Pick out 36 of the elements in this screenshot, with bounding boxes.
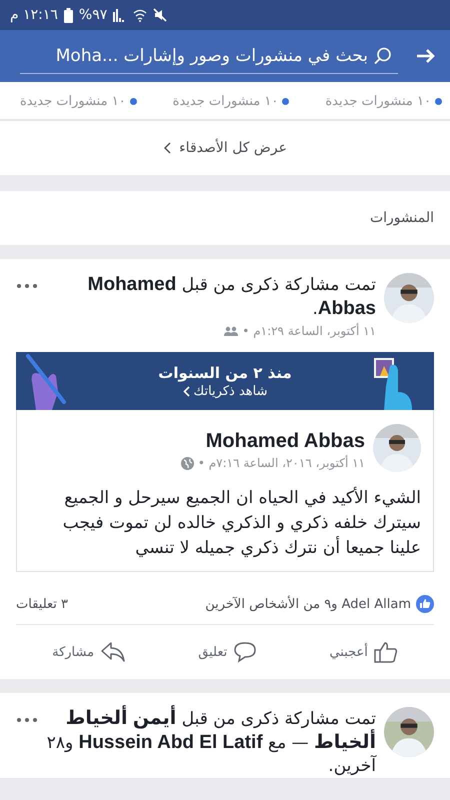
wifi-icon xyxy=(133,8,148,22)
new-posts-count[interactable]: ١٠ منشورات جديدة xyxy=(172,94,278,109)
globe-icon xyxy=(180,456,194,470)
comment-button[interactable]: تعليق xyxy=(192,635,264,669)
battery-text: %٩٧ xyxy=(78,7,108,23)
section-title: المنشورات xyxy=(370,210,434,226)
mute-icon xyxy=(153,8,168,22)
post-time[interactable]: ١١ أكتوبر، الساعة ١:٢٩م • xyxy=(242,324,376,338)
thumbs-up-icon xyxy=(374,641,398,663)
share-button[interactable]: مشاركة xyxy=(46,635,132,669)
more-icon[interactable] xyxy=(16,717,38,723)
search-icon xyxy=(374,46,392,64)
new-dot-icon xyxy=(435,98,442,105)
memories-banner[interactable]: منذ ٢ من السنوات شاهد ذكرياتك xyxy=(16,352,434,410)
share-icon xyxy=(100,641,126,663)
likes-summary[interactable]: Adel Allam و٩ من الأشخاص الآخرين xyxy=(205,596,411,612)
clock-text: ١٢:١٦ م xyxy=(10,7,58,23)
new-posts-count[interactable]: ١٠ منشورات جديدة xyxy=(325,94,431,109)
post-time[interactable]: ١١ أكتوبر، ٢٠١٦، الساعة ٧:١٦م • xyxy=(198,456,365,470)
memories-title: منذ ٢ من السنوات xyxy=(158,364,292,382)
new-dot-icon xyxy=(282,98,290,105)
like-badge-icon xyxy=(416,595,434,613)
comment-icon xyxy=(233,641,258,663)
chevron-icon[interactable] xyxy=(163,142,172,154)
see-all-friends-link[interactable]: عرض كل الأصدقاء xyxy=(179,140,287,156)
more-icon[interactable] xyxy=(16,283,38,289)
battery-icon xyxy=(64,8,73,22)
forward-arrow-icon[interactable] xyxy=(416,48,436,64)
see-memories-link[interactable]: شاهد ذكرياتك xyxy=(194,384,268,398)
post-text: الشيء الأكيد في الحياه ان الجميع سيرحل و الجميع سيترك خلفه ذكري و الذكري خالده لن تموت فيجب علينا جميعا أن نترك ذكري جميله لا تنسي xyxy=(62,486,421,560)
new-posts-count[interactable]: ١٠ منشورات جديدة xyxy=(20,94,126,109)
friends-icon xyxy=(224,326,238,336)
new-dot-icon xyxy=(130,98,137,105)
like-button[interactable]: أعجبني xyxy=(323,635,404,669)
author-name[interactable]: Mohamed Abbas xyxy=(29,430,365,453)
comments-count[interactable]: ٣ تعليقات xyxy=(16,596,68,612)
